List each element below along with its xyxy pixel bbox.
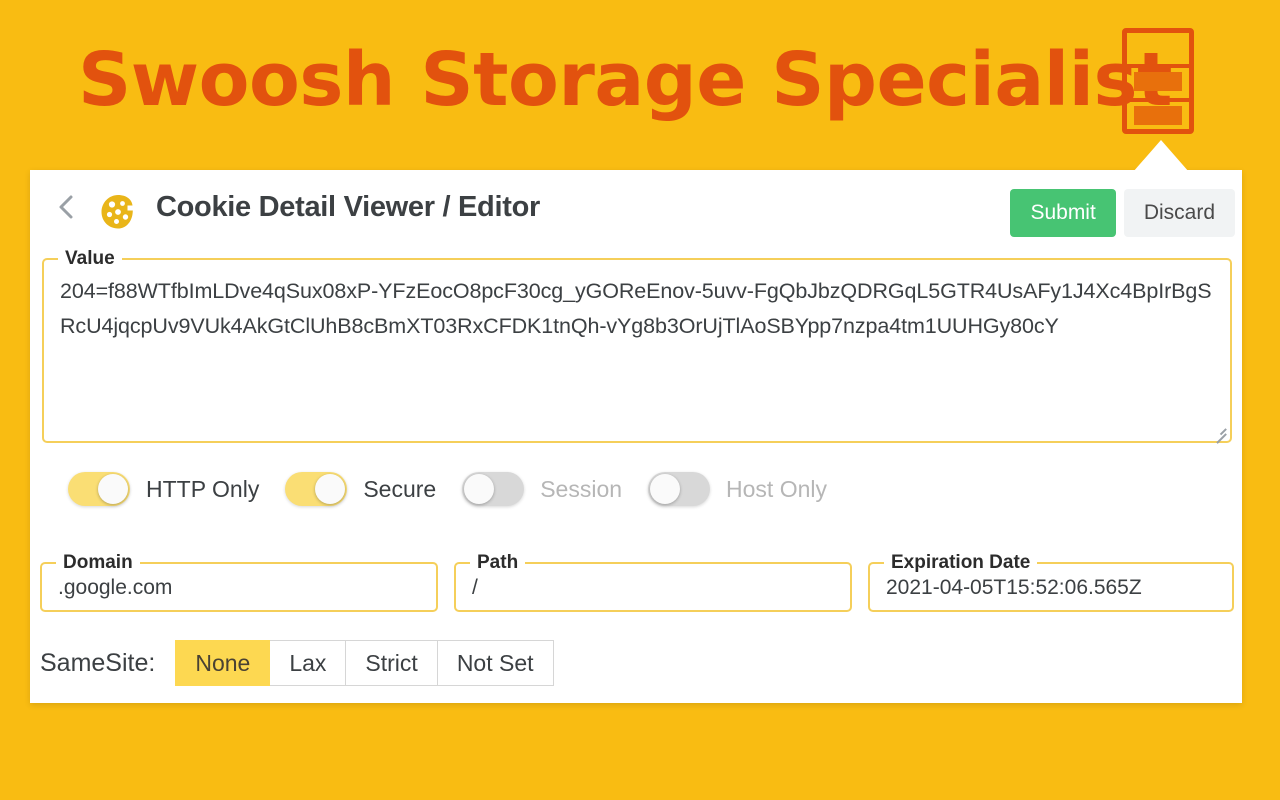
panel-pointer-arrow [1133,140,1189,172]
chevron-left-icon[interactable] [52,190,82,224]
toggle-label-session: Session [540,475,623,502]
samesite-option-not-set[interactable]: Not Set [437,640,554,686]
toggle-label-host-only: Host Only [726,475,828,502]
samesite-option-strict[interactable]: Strict [346,640,438,686]
cookie-flags-row: HTTP Only Secure Session Host Only [68,472,853,506]
value-field-text[interactable]: 204=f88WTfbImLDve4qSux08xP-YFzEocO8pcF30… [60,274,1214,344]
toggle-secure[interactable] [285,472,348,506]
page-title: Cookie Detail Viewer / Editor [156,191,540,223]
banner-title: Swoosh Storage Specialist [78,37,1172,123]
path-field-legend: Path [470,552,526,574]
toggle-host-only[interactable] [648,472,711,506]
toggle-label-http-only: HTTP Only [146,475,260,502]
toggle-group-host-only: Host Only [648,472,853,506]
domain-input[interactable]: .google.com [58,573,420,603]
storage-unit-icon [1122,28,1200,140]
toggle-knob [650,474,681,504]
logo-bar-2 [1134,106,1182,125]
samesite-label: SameSite: [40,648,156,677]
samesite-option-none[interactable]: None [175,640,271,686]
toggle-knob [464,474,495,504]
toggle-group-secure: Secure [285,472,462,506]
toggle-label-secure: Secure [363,475,437,502]
path-field[interactable]: Path / [454,552,852,612]
submit-button[interactable]: Submit [1010,189,1116,237]
app-banner: Swoosh Storage Specialist [0,0,1280,168]
path-input[interactable]: / [472,573,834,603]
value-field-legend: Value [58,248,122,270]
toggle-knob [315,474,346,504]
resize-grip-icon[interactable] [1211,422,1227,443]
samesite-row: SameSite: None Lax Strict Not Set [40,640,554,686]
toggle-http-only[interactable] [68,472,130,506]
expiration-date-field-legend: Expiration Date [884,552,1038,574]
domain-field[interactable]: Domain .google.com [40,552,438,612]
domain-field-legend: Domain [56,552,140,574]
cookie-icon [98,192,138,232]
samesite-segmented-control: None Lax Strict Not Set [175,640,554,686]
toggle-group-session: Session [462,472,648,506]
expiration-date-field[interactable]: Expiration Date 2021-04-05T15:52:06.565Z [868,552,1234,612]
logo-bar-1 [1134,72,1182,91]
toggle-knob [98,474,128,504]
discard-button[interactable]: Discard [1123,189,1235,237]
logo-divider-1 [1122,64,1194,68]
expiration-date-input[interactable]: 2021-04-05T15:52:06.565Z [886,573,1216,603]
header-actions: Submit Discard [1010,189,1235,237]
panel-header: Cookie Detail Viewer / Editor Submit Dis… [30,170,1242,242]
logo-divider-2 [1122,98,1194,102]
toggle-group-http-only: HTTP Only [68,472,285,506]
cookie-detail-panel: Cookie Detail Viewer / Editor Submit Dis… [30,170,1242,703]
value-field[interactable]: Value 204=f88WTfbImLDve4qSux08xP-YFzEocO… [42,248,1232,443]
samesite-option-lax[interactable]: Lax [270,640,347,686]
toggle-session[interactable] [462,472,525,506]
